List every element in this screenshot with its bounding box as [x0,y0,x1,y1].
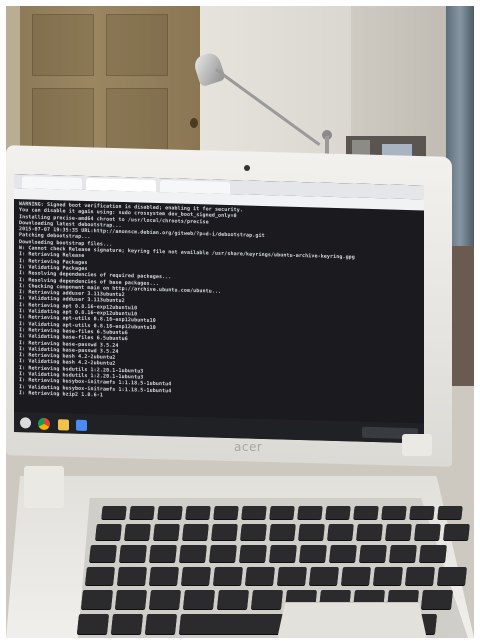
acer-logo: acer [234,440,263,454]
keyboard-key[interactable] [179,545,207,562]
keyboard-key[interactable] [299,545,327,562]
laptop-screen: WARNING: Signed boot verification is dis… [14,174,424,444]
keyboard-key[interactable] [217,590,249,609]
door-panel [32,88,94,152]
keyboard-key[interactable] [213,506,239,519]
keyboard-key[interactable] [185,506,211,519]
door-panel [32,14,94,76]
app-icon[interactable] [76,419,87,432]
keyboard-key[interactable] [117,567,147,585]
laptop-hinge-right [402,434,432,456]
keyboard-key[interactable] [327,524,354,540]
launcher-icon[interactable] [20,417,31,429]
keyboard-key[interactable] [149,545,177,562]
keyboard-key[interactable] [373,567,403,585]
keyboard-key[interactable] [269,506,295,519]
keyboard-key[interactable] [213,567,243,585]
keyboard-key[interactable] [181,567,211,585]
keyboard-key[interactable] [153,524,180,540]
keyboard-key[interactable] [297,506,323,519]
keyboard-key[interactable] [414,524,441,540]
keyboard-key[interactable] [95,524,122,540]
keyboard-key[interactable] [76,614,110,634]
keyboard-key[interactable] [269,524,296,540]
door-panel [106,14,168,76]
keyboard-key[interactable] [245,567,275,585]
keyboard-key[interactable] [209,545,237,562]
wooden-door [20,6,200,158]
photo-frame: WARNING: Signed boot verification is dis… [6,6,474,638]
keyboard-key[interactable] [157,506,183,519]
keyboard-key[interactable] [405,567,435,585]
keyboard-key[interactable] [443,524,470,540]
keyboard-key[interactable] [356,524,383,540]
keyboard-key[interactable] [85,567,115,585]
keyboard-key[interactable] [298,524,325,540]
keyboard-key[interactable] [437,506,463,519]
keyboard-key[interactable] [240,524,267,540]
keyboard-key[interactable] [437,567,467,585]
laptop-hinge-left [24,466,64,508]
keyboard-key[interactable] [110,614,144,634]
keyboard-key[interactable] [269,545,297,562]
keyboard-key[interactable] [389,545,417,562]
door-panel [106,88,168,152]
app-icon[interactable] [58,419,69,431]
keyboard-key[interactable] [239,545,267,562]
keyboard-key[interactable] [277,567,307,585]
keyboard-key[interactable] [149,567,179,585]
chrome-browser-icon[interactable] [38,417,50,431]
keyboard-key[interactable] [341,567,371,585]
keyboard-key[interactable] [353,506,379,519]
keyboard-key[interactable] [129,506,155,519]
keyboard-key[interactable] [211,524,238,540]
keyboard-key[interactable] [182,524,209,540]
terminal-output: WARNING: Signed boot verification is dis… [16,200,422,421]
keyboard-key[interactable] [325,506,351,519]
keyboard-key[interactable] [124,524,151,540]
keyboard-key[interactable] [101,506,127,519]
keyboard-key[interactable] [149,590,181,609]
keyboard-key[interactable] [89,545,117,562]
keyboard-key[interactable] [329,545,357,562]
webcam-icon [244,165,250,171]
keyboard-key[interactable] [359,545,387,562]
keyboard-key[interactable] [381,506,407,519]
keyboard-key[interactable] [81,590,113,609]
keyboard-key[interactable] [183,590,215,609]
keyboard-key[interactable] [309,567,339,585]
keyboard-key[interactable] [385,524,412,540]
touchpad[interactable] [276,602,428,638]
keyboard-key[interactable] [421,590,453,609]
keyboard-key[interactable] [144,614,178,634]
keyboard-key[interactable] [409,506,435,519]
keyboard-key[interactable] [419,545,447,562]
keyboard-key[interactable] [251,590,283,609]
keyboard-key[interactable] [115,590,147,609]
keyboard-key[interactable] [119,545,147,562]
door-knob [190,118,198,128]
keyboard-key[interactable] [241,506,267,519]
